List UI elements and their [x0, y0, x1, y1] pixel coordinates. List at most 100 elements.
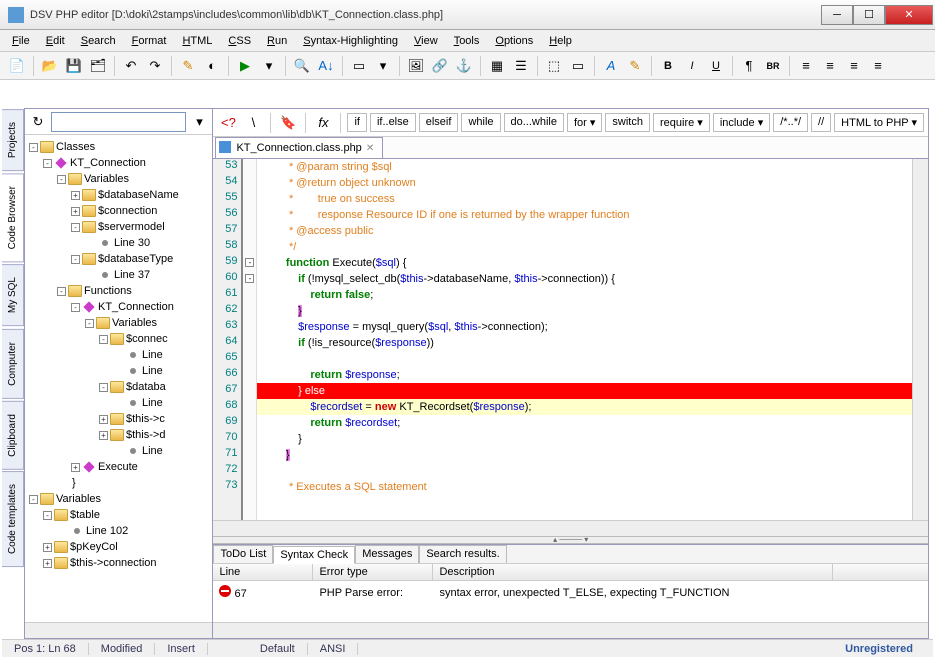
tree-node[interactable]: -$databaseType — [27, 251, 210, 267]
align-left-icon[interactable]: ≡ — [795, 55, 817, 77]
menu-edit[interactable]: Edit — [38, 33, 73, 49]
editor-hscroll[interactable] — [213, 520, 928, 536]
tree-node[interactable]: +$pKeyCol — [27, 539, 210, 555]
input-icon[interactable]: ▭ — [567, 55, 589, 77]
tree-node[interactable]: -KT_Connection — [27, 155, 210, 171]
side-tab-my-sql[interactable]: My SQL — [2, 264, 24, 326]
snippet-while[interactable]: while — [461, 113, 500, 132]
tree-node[interactable]: +$this->c — [27, 411, 210, 427]
dropdown-icon[interactable]: ▾ — [372, 55, 394, 77]
tree-node[interactable]: Line — [27, 347, 210, 363]
error-grid[interactable]: LineError typeDescription 67PHP Parse er… — [213, 564, 928, 622]
tree-node[interactable]: Line 30 — [27, 235, 210, 251]
func-icon[interactable]: fx — [312, 112, 334, 134]
tree-node[interactable]: Line — [27, 363, 210, 379]
editor-vscroll[interactable] — [912, 159, 928, 520]
snippet-switch[interactable]: switch — [605, 113, 650, 132]
tree-node[interactable]: -$databa — [27, 379, 210, 395]
menu-html[interactable]: HTML — [174, 33, 220, 49]
menu-view[interactable]: View — [406, 33, 446, 49]
error-row[interactable]: 67PHP Parse error:syntax error, unexpect… — [213, 581, 928, 604]
redo-icon[interactable]: ↷ — [144, 55, 166, 77]
side-tab-projects[interactable]: Projects — [2, 109, 24, 171]
run-icon[interactable]: ▶ — [234, 55, 256, 77]
menu-syntax-highlighting[interactable]: Syntax-Highlighting — [295, 33, 406, 49]
tree-node[interactable]: Line 37 — [27, 267, 210, 283]
file-tab[interactable]: KT_Connection.class.php ✕ — [215, 137, 383, 158]
bottom-tab-syntaxcheck[interactable]: Syntax Check — [273, 546, 355, 564]
tree-node[interactable]: -$connec — [27, 331, 210, 347]
bold-icon[interactable]: B — [657, 55, 679, 77]
snippet-ifelse[interactable]: if..else — [370, 113, 416, 132]
tree-refresh-icon[interactable]: ↻ — [27, 111, 49, 133]
new-icon[interactable]: 📄 — [6, 55, 28, 77]
side-tab-code-browser[interactable]: Code Browser — [2, 173, 24, 262]
php-open-icon[interactable]: <? — [217, 112, 239, 134]
menu-options[interactable]: Options — [487, 33, 541, 49]
bottom-tab-messages[interactable]: Messages — [355, 545, 419, 563]
tree-node[interactable]: } — [27, 475, 210, 491]
snippet-if[interactable]: if — [347, 113, 367, 132]
code-lines[interactable]: * @param string $sql * @return object un… — [257, 159, 912, 520]
tree-node[interactable]: +Execute — [27, 459, 210, 475]
underline-icon[interactable]: U — [705, 55, 727, 77]
bottom-tab-todolist[interactable]: ToDo List — [213, 545, 273, 563]
snippet-[interactable]: // — [811, 113, 831, 132]
tree-node[interactable]: +$databaseName — [27, 187, 210, 203]
menu-format[interactable]: Format — [124, 33, 175, 49]
menu-run[interactable]: Run — [259, 33, 295, 49]
toggle-icon[interactable]: ◐ — [201, 55, 223, 77]
tree-node[interactable]: -Classes — [27, 139, 210, 155]
form-icon[interactable]: ⬚ — [543, 55, 565, 77]
tree-hscroll[interactable] — [25, 622, 212, 638]
close-button[interactable]: ✕ — [885, 5, 933, 25]
php-tag-icon[interactable]: 🔖 — [277, 112, 299, 134]
php-var-icon[interactable]: \ — [242, 112, 264, 134]
align-right-icon[interactable]: ≡ — [843, 55, 865, 77]
find-icon[interactable]: 🔍 — [291, 55, 313, 77]
snippet-dowhile[interactable]: do...while — [504, 113, 564, 132]
tree-node[interactable]: +$connection — [27, 203, 210, 219]
menu-tools[interactable]: Tools — [446, 33, 488, 49]
tree-node[interactable]: -Variables — [27, 171, 210, 187]
tree-node[interactable]: Line — [27, 443, 210, 459]
list-icon[interactable]: ☰ — [510, 55, 532, 77]
para-icon[interactable]: ¶ — [738, 55, 760, 77]
align-justify-icon[interactable]: ≡ — [867, 55, 889, 77]
tree-node[interactable]: -Variables — [27, 315, 210, 331]
tab-close-icon[interactable]: ✕ — [366, 143, 374, 154]
tree-node[interactable]: Line — [27, 395, 210, 411]
tree-dropdown-icon[interactable]: ▾ — [188, 111, 210, 133]
snippet-HTMLtoPHP[interactable]: HTML to PHP ▾ — [834, 113, 924, 132]
tree-node[interactable]: +$this->d — [27, 427, 210, 443]
undo-icon[interactable]: ↶ — [120, 55, 142, 77]
menu-help[interactable]: Help — [541, 33, 580, 49]
side-tab-clipboard[interactable]: Clipboard — [2, 401, 24, 470]
tree-body[interactable]: -Classes-KT_Connection-Variables+$databa… — [25, 135, 212, 622]
tree-node[interactable]: -$table — [27, 507, 210, 523]
tree-node[interactable]: Line 102 — [27, 523, 210, 539]
anchor-icon[interactable]: ⚓ — [453, 55, 475, 77]
italic-icon[interactable]: I — [681, 55, 703, 77]
code-area[interactable]: 5354555657585960616263646566676869707172… — [213, 159, 928, 520]
snippet-elseif[interactable]: elseif — [419, 113, 459, 132]
tree-combo[interactable] — [51, 112, 186, 132]
minimize-button[interactable]: ─ — [821, 5, 853, 25]
snippet-include[interactable]: include ▾ — [713, 113, 770, 132]
tree-node[interactable]: +$this->connection — [27, 555, 210, 571]
run-dropdown-icon[interactable]: ▾ — [258, 55, 280, 77]
tree-node[interactable]: -KT_Connection — [27, 299, 210, 315]
link-icon[interactable]: 🔗 — [429, 55, 451, 77]
box-icon[interactable]: ▭ — [348, 55, 370, 77]
replace-icon[interactable]: A↓ — [315, 55, 337, 77]
highlight-icon[interactable]: ✎ — [177, 55, 199, 77]
side-tab-computer[interactable]: Computer — [2, 329, 24, 399]
snippet-require[interactable]: require ▾ — [653, 113, 710, 132]
image-icon[interactable]: 🖼 — [405, 55, 427, 77]
align-center-icon[interactable]: ≡ — [819, 55, 841, 77]
bottom-hscroll[interactable] — [213, 622, 928, 638]
splitter[interactable]: ▴ ──── ▾ — [213, 536, 928, 544]
tree-node[interactable]: -Variables — [27, 491, 210, 507]
menu-css[interactable]: CSS — [220, 33, 259, 49]
snippet-for[interactable]: for ▾ — [567, 113, 602, 132]
